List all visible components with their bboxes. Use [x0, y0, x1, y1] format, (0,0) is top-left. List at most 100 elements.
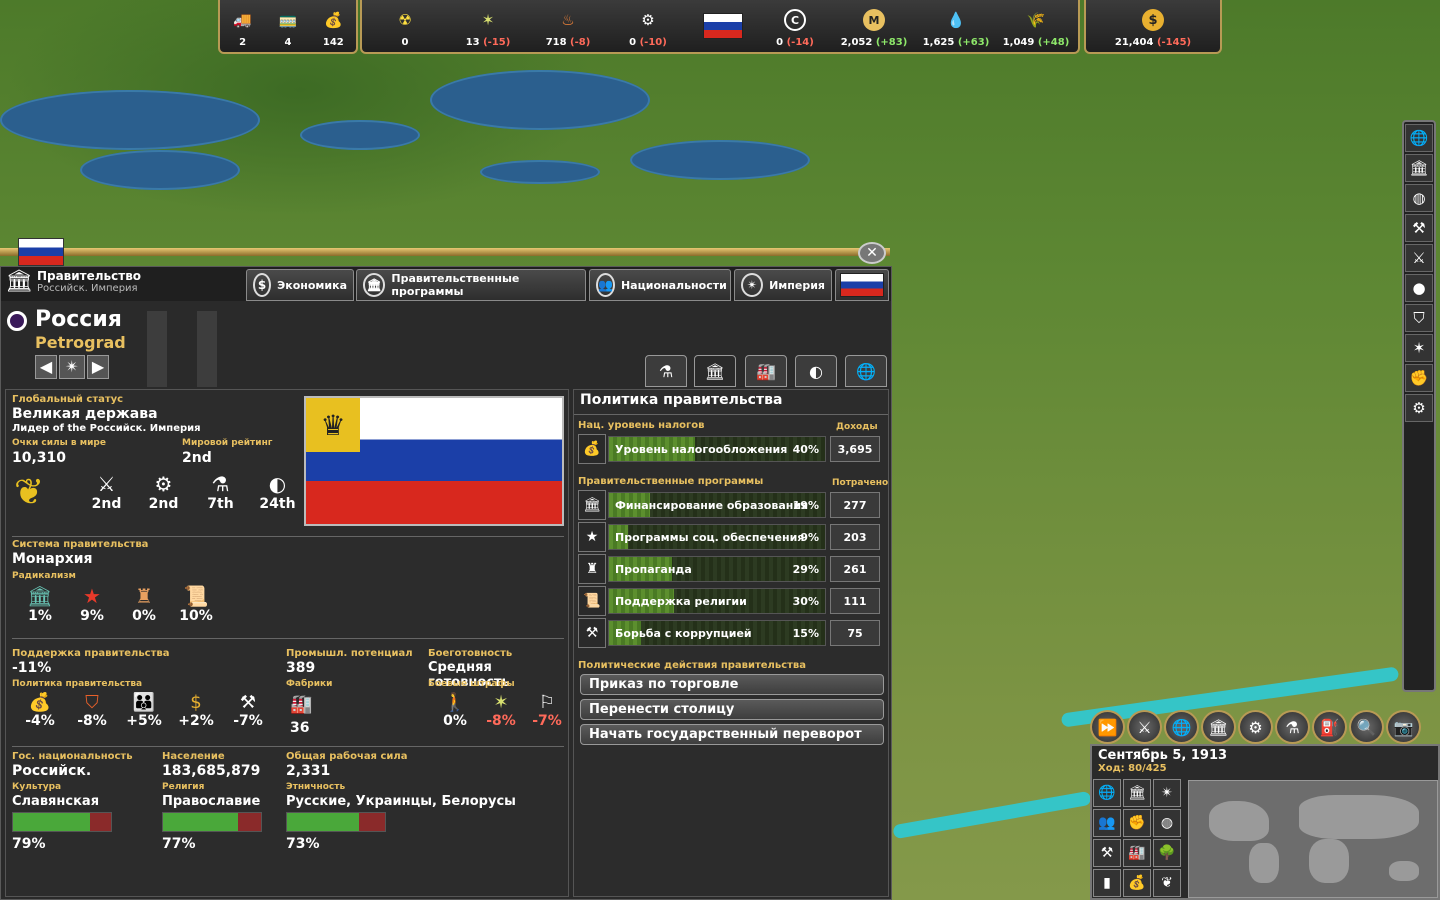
- res-gear[interactable]: ⚙ 0 (-10): [608, 0, 688, 52]
- mapmode-battery[interactable]: ▮: [1093, 869, 1121, 897]
- policy-effect[interactable]: ⚒ -7%: [222, 692, 274, 729]
- program-track[interactable]: Пропаганда 29%: [608, 556, 826, 582]
- tab-economy[interactable]: $ Экономика: [246, 269, 354, 301]
- program-track[interactable]: Борьба с коррупцией 15%: [608, 620, 826, 646]
- sidebar-build[interactable]: ⚒: [1405, 214, 1433, 242]
- mapmode-laurel[interactable]: ❦: [1153, 869, 1181, 897]
- tab-empire[interactable]: ✴ Империя: [734, 269, 832, 301]
- country-marker-icon: [7, 311, 27, 331]
- rank-culture[interactable]: ◐ 24th: [249, 472, 306, 512]
- mapmode-compass[interactable]: ✴: [1153, 779, 1181, 807]
- sidebar-unrest[interactable]: ✶: [1405, 334, 1433, 362]
- sidebar-fist[interactable]: ✊: [1405, 364, 1433, 392]
- military-button[interactable]: ⚔: [1127, 710, 1162, 744]
- program-spending: 277: [830, 492, 880, 518]
- search-button[interactable]: 🔍: [1349, 710, 1384, 744]
- radicalism-item[interactable]: 📜 10%: [170, 584, 222, 624]
- policy-effect[interactable]: 💰 -4%: [14, 692, 66, 729]
- tax-track[interactable]: Уровень налогообложения 40%: [608, 436, 826, 462]
- program-track[interactable]: Поддержка религии 30%: [608, 588, 826, 614]
- subtab-science[interactable]: ⚗: [645, 355, 687, 387]
- subtab-culture[interactable]: ◐: [795, 355, 837, 387]
- subtab-world[interactable]: 🌐: [845, 355, 887, 387]
- mapmode-tree[interactable]: 🌳: [1153, 839, 1181, 867]
- rank-military[interactable]: ⚔ 2nd: [78, 472, 135, 512]
- res-money[interactable]: $21,404 (-145): [1088, 0, 1218, 52]
- mapmode-factory[interactable]: 🏭: [1123, 839, 1151, 867]
- diplomacy-button[interactable]: 🌐: [1164, 710, 1199, 744]
- res-sack[interactable]: 💰 142: [311, 0, 356, 52]
- radicalism-item[interactable]: ★ 9%: [66, 584, 118, 624]
- tab-government-programs[interactable]: 🏛 Правительственные программы: [356, 269, 586, 301]
- program-track[interactable]: Финансирование образования 19%: [608, 492, 826, 518]
- sidebar-government[interactable]: 🏛: [1405, 154, 1433, 182]
- res-flame[interactable]: ♨ 718 (-8): [528, 0, 608, 52]
- people-icon: 👥: [596, 273, 615, 297]
- railcar-icon: 🚃: [278, 11, 298, 29]
- sidebar-shield[interactable]: ⛉: [1405, 304, 1433, 332]
- policy-effect[interactable]: ⛉ -8%: [66, 692, 118, 729]
- coup-button[interactable]: Начать государственный переворот: [580, 724, 884, 745]
- next-country-button[interactable]: ▶: [87, 355, 109, 379]
- policy-effect[interactable]: 👪 +5%: [118, 692, 170, 729]
- mapmode-people[interactable]: 👥: [1093, 809, 1121, 837]
- tab-flag[interactable]: [835, 269, 889, 301]
- close-panel-button[interactable]: ✕: [858, 242, 886, 264]
- mapmode-tools[interactable]: ⚒: [1093, 839, 1121, 867]
- mapmode-fist[interactable]: ✊: [1123, 809, 1151, 837]
- prev-country-button[interactable]: ◀: [35, 355, 57, 379]
- program-slider[interactable]: ⚒ Борьба с коррупцией 15% 75: [578, 618, 882, 648]
- res-truck[interactable]: 🚚 2: [220, 0, 265, 52]
- subtab-industry[interactable]: 🏭: [745, 355, 787, 387]
- mapmode-world[interactable]: ◍: [1153, 809, 1181, 837]
- continent: [1389, 861, 1419, 881]
- penalty-item[interactable]: ⚐ -7%: [524, 692, 570, 729]
- mapmode-sack[interactable]: 💰: [1123, 869, 1151, 897]
- sidebar-military[interactable]: ⚔: [1405, 244, 1433, 272]
- oil-drop-icon: 💧: [946, 11, 966, 29]
- laurel-icon: ❦: [14, 472, 45, 513]
- sidebar-settings[interactable]: ⚙: [1405, 394, 1433, 422]
- program-track[interactable]: Программы соц. обеспечения 9%: [608, 524, 826, 550]
- res-oil[interactable]: 💧 1,625 (+63): [916, 0, 996, 52]
- program-slider[interactable]: ♜ Пропаганда 29% 261: [578, 554, 882, 584]
- res-radiation[interactable]: ☢ 0: [362, 0, 448, 52]
- res-unrest[interactable]: ✶ 13 (-15): [448, 0, 528, 52]
- radicalism-item[interactable]: ♜ 0%: [118, 584, 170, 624]
- rank-science[interactable]: ⚗ 7th: [192, 472, 249, 512]
- nation-flag-emblem[interactable]: [688, 0, 758, 52]
- world-minimap[interactable]: [1188, 780, 1438, 898]
- sidebar-world[interactable]: ◍: [1405, 184, 1433, 212]
- mapmode-government[interactable]: 🏛: [1123, 779, 1151, 807]
- money-bar: $21,404 (-145): [1084, 0, 1222, 54]
- penalty-item[interactable]: ✶ -8%: [478, 692, 524, 729]
- mapmode-globe[interactable]: 🌐: [1093, 779, 1121, 807]
- penalty-item[interactable]: 🚶 0%: [432, 692, 478, 729]
- tax-slider[interactable]: 💰 Уровень налогообложения 40% 3,695: [578, 434, 882, 464]
- policy-effect[interactable]: $ +2%: [170, 692, 222, 729]
- oil-button[interactable]: ⛽: [1312, 710, 1347, 744]
- res-wheat[interactable]: 🌾 1,049 (+48): [996, 0, 1076, 52]
- radicalism-item[interactable]: 🏛 1%: [14, 584, 66, 624]
- res-m[interactable]: M 2,052 (+83): [832, 0, 916, 52]
- res-railcar[interactable]: 🚃 4: [265, 0, 310, 52]
- camera-button[interactable]: 📷: [1386, 710, 1421, 744]
- sidebar-globe[interactable]: 🌐: [1405, 124, 1433, 152]
- move-capital-button[interactable]: Перенести столицу: [580, 699, 884, 720]
- government-button[interactable]: 🏛: [1201, 710, 1236, 744]
- columns-icon: 🏛: [704, 361, 726, 381]
- science-button[interactable]: ⚗: [1275, 710, 1310, 744]
- trade-order-button[interactable]: Приказ по торговле: [580, 674, 884, 695]
- speed-button[interactable]: ⏩: [1090, 710, 1125, 744]
- culture-label: Культура: [12, 782, 62, 792]
- program-slider[interactable]: 📜 Поддержка религии 30% 111: [578, 586, 882, 616]
- subtab-government[interactable]: 🏛: [694, 355, 736, 387]
- tab-nationalities[interactable]: 👥 Национальности: [589, 269, 731, 301]
- res-c[interactable]: C0 (-14): [758, 0, 832, 52]
- program-slider[interactable]: 🏛 Финансирование образования 19% 277: [578, 490, 882, 520]
- program-slider[interactable]: ★ Программы соц. обеспечения 9% 203: [578, 522, 882, 552]
- rank-industry[interactable]: ⚙ 2nd: [135, 472, 192, 512]
- sidebar-grenade[interactable]: ●: [1405, 274, 1433, 302]
- industry-button[interactable]: ⚙: [1238, 710, 1273, 744]
- center-country-button[interactable]: ✴: [59, 355, 85, 379]
